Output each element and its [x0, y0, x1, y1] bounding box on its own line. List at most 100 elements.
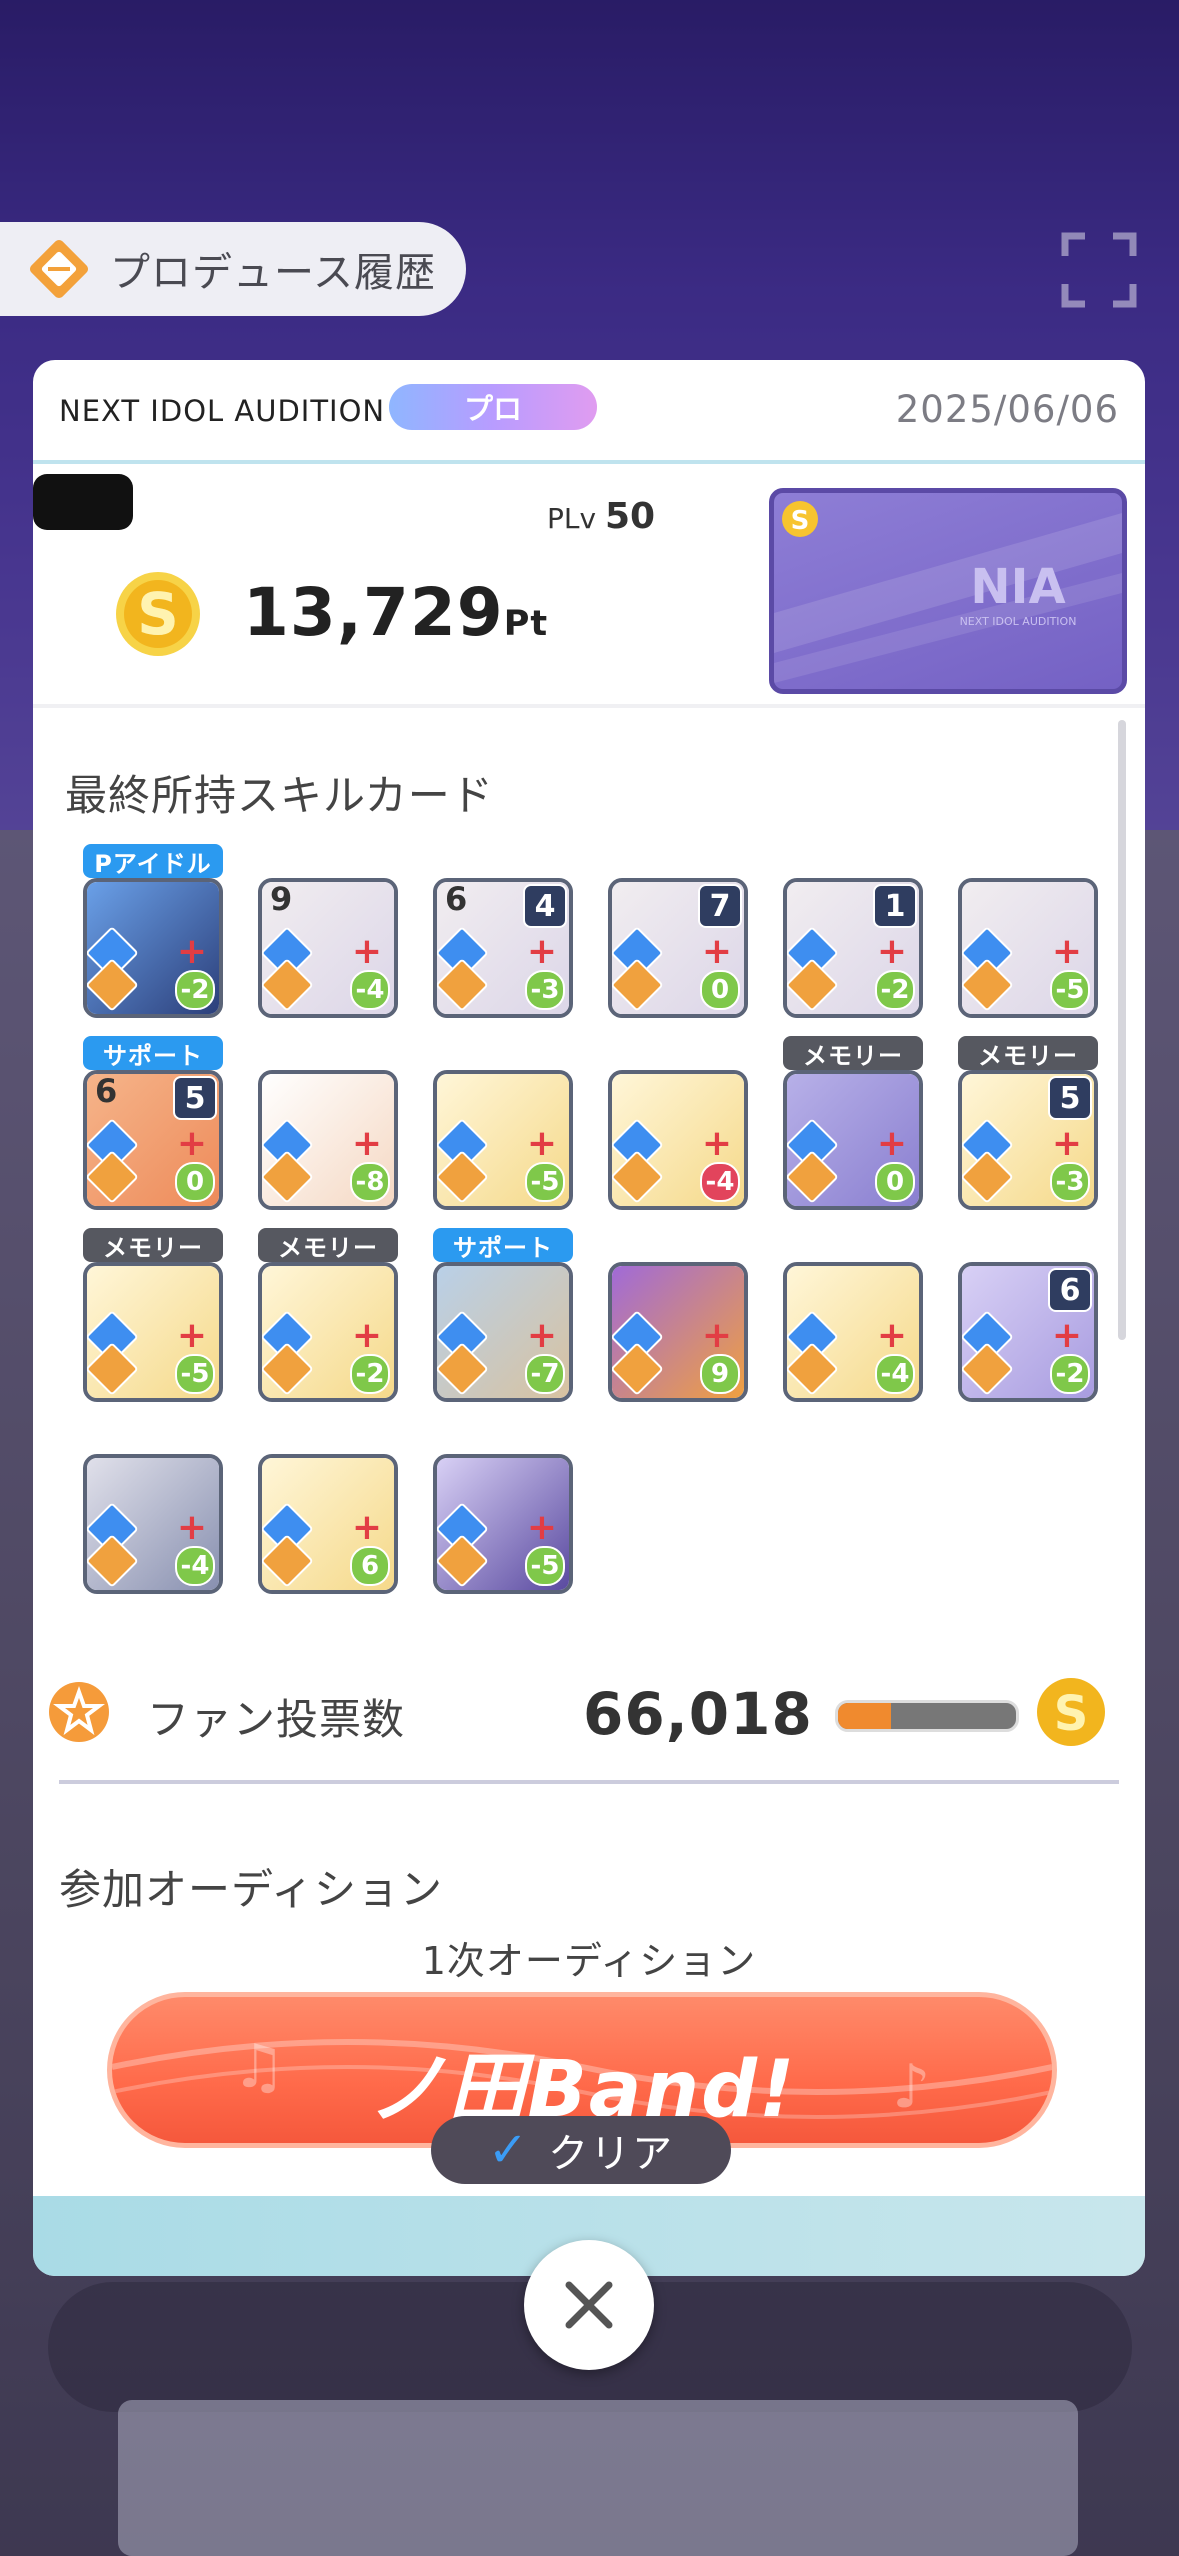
card-count: 6 — [445, 880, 468, 918]
close-icon — [565, 2281, 613, 2329]
card-level: 5 — [1048, 1076, 1092, 1120]
memory-tag: メモリー — [83, 1228, 223, 1262]
card-cost: 9 — [700, 1354, 740, 1394]
upgrade-plus-icon: + — [351, 1315, 382, 1356]
svg-text:S: S — [137, 580, 179, 648]
upgrade-plus-icon: + — [351, 931, 382, 972]
memory-tag: メモリー — [958, 1036, 1098, 1070]
produce-date: 2025/06/06 — [895, 388, 1119, 431]
redacted-name — [33, 474, 133, 530]
upgrade-plus-icon: + — [351, 1507, 382, 1548]
scrollbar[interactable] — [1118, 720, 1126, 2220]
rank-s-icon: S — [116, 572, 200, 656]
check-icon: ✓ — [487, 2122, 531, 2178]
score-area: PLv 50 S 13,729Pt S NIA NEXT IDOL AUDITI… — [33, 464, 1145, 708]
difficulty-badge: プロ — [389, 384, 597, 430]
card-cost: 0 — [175, 1162, 215, 1202]
card-level: 5 — [173, 1076, 217, 1120]
card-cost: -5 — [525, 1162, 565, 1202]
upgrade-plus-icon: + — [1051, 931, 1082, 972]
card-cost: -3 — [525, 970, 565, 1010]
skill-card[interactable]: + -4 — [608, 1070, 748, 1210]
svg-text:NIA: NIA — [970, 559, 1065, 615]
upgrade-plus-icon: + — [176, 1123, 207, 1164]
card-level: 1 — [873, 884, 917, 928]
skill-cards-title: 最終所持スキルカード — [65, 771, 494, 820]
skill-card[interactable]: + -2 — [258, 1262, 398, 1402]
fan-votes-row: ファン投票数 66,018 S — [47, 1660, 1127, 1760]
skill-card[interactable]: + -4 — [83, 1454, 223, 1594]
card-cost: 0 — [875, 1162, 915, 1202]
card-cost: 6 — [350, 1546, 390, 1586]
scrollbar-thumb[interactable] — [1118, 720, 1126, 1340]
star-icon — [49, 1682, 109, 1742]
skill-card[interactable]: + -2 — [83, 878, 223, 1018]
support-tag: サポート — [433, 1228, 573, 1262]
audition-section-title: 参加オーディション — [59, 1865, 444, 1914]
produce-history-label: プロデュース履歴 — [110, 250, 436, 296]
card-level: 7 — [698, 884, 742, 928]
skill-card[interactable]: +7 0 — [608, 878, 748, 1018]
card-cost: -4 — [700, 1162, 740, 1202]
skill-card[interactable]: +6 -2 — [958, 1262, 1098, 1402]
total-score: 13,729Pt — [243, 574, 549, 651]
section-divider — [59, 1780, 1119, 1784]
card-cost: 0 — [700, 970, 740, 1010]
close-button[interactable] — [524, 2240, 654, 2370]
svg-text:NEXT IDOL AUDITION: NEXT IDOL AUDITION — [960, 615, 1077, 628]
upgrade-plus-icon: + — [526, 931, 557, 972]
upgrade-plus-icon: + — [176, 1315, 207, 1356]
card-cost: -2 — [175, 970, 215, 1010]
svg-text:S: S — [1054, 1686, 1089, 1742]
card-cost: -2 — [875, 970, 915, 1010]
svg-text:S: S — [791, 506, 810, 536]
card-cost: -4 — [875, 1354, 915, 1394]
skill-card[interactable]: +1 -2 — [783, 878, 923, 1018]
skill-card[interactable]: + -5 — [958, 878, 1098, 1018]
upgrade-plus-icon: + — [701, 1315, 732, 1356]
upgrade-plus-icon: + — [701, 931, 732, 972]
skill-card[interactable]: +9 -4 — [258, 878, 398, 1018]
clear-status-badge: ✓ クリア — [431, 2116, 731, 2184]
card-cost: -4 — [350, 970, 390, 1010]
skill-card[interactable]: + -5 — [83, 1262, 223, 1402]
produce-history-tab: プロデュース履歴 — [0, 222, 466, 316]
producer-level: PLv 50 — [547, 496, 656, 537]
skill-card[interactable]: + -8 — [258, 1070, 398, 1210]
card-cost: -2 — [1050, 1354, 1090, 1394]
memory-tag: メモリー — [258, 1228, 398, 1262]
card-level: 4 — [523, 884, 567, 928]
skill-card[interactable]: +5 -3 — [958, 1070, 1098, 1210]
first-round-label: 1次オーディション — [421, 1939, 757, 1983]
upgrade-plus-icon: + — [701, 1123, 732, 1164]
support-tag: サポート — [83, 1036, 223, 1070]
upgrade-plus-icon: + — [176, 931, 207, 972]
skill-card[interactable]: + -5 — [433, 1454, 573, 1594]
card-count: 6 — [95, 1072, 118, 1110]
upgrade-plus-icon: + — [351, 1123, 382, 1164]
fan-votes-value: 66,018 — [583, 1680, 813, 1748]
upgrade-plus-icon: + — [526, 1507, 557, 1548]
p-idol-tag: Pアイドル — [83, 844, 223, 878]
skill-card[interactable]: +5 6 0 — [83, 1070, 223, 1210]
card-cost: -3 — [1050, 1162, 1090, 1202]
skill-card[interactable]: +4 6 -3 — [433, 878, 573, 1018]
card-cost: -5 — [525, 1546, 565, 1586]
skill-card[interactable]: + -5 — [433, 1070, 573, 1210]
skill-card[interactable]: +6 — [258, 1454, 398, 1594]
fullscreen-icon — [1061, 232, 1137, 308]
produce-result-panel: NEXT IDOL AUDITION プロ 2025/06/06 PLv 50 … — [33, 360, 1145, 2276]
card-cost: -2 — [350, 1354, 390, 1394]
audition-name: NEXT IDOL AUDITION — [59, 394, 386, 428]
skill-card[interactable]: + -7 — [433, 1262, 573, 1402]
card-cost: -4 — [175, 1546, 215, 1586]
card-cost: -5 — [1050, 970, 1090, 1010]
upgrade-plus-icon: + — [876, 1123, 907, 1164]
panel-header: NEXT IDOL AUDITION プロ 2025/06/06 — [33, 360, 1145, 464]
upgrade-plus-icon: + — [526, 1315, 557, 1356]
skill-card[interactable]: + -4 — [783, 1262, 923, 1402]
skill-card[interactable]: +9 — [608, 1262, 748, 1402]
upgrade-plus-icon: + — [1051, 1123, 1082, 1164]
skill-card[interactable]: +0 — [783, 1070, 923, 1210]
card-cost: -5 — [175, 1354, 215, 1394]
